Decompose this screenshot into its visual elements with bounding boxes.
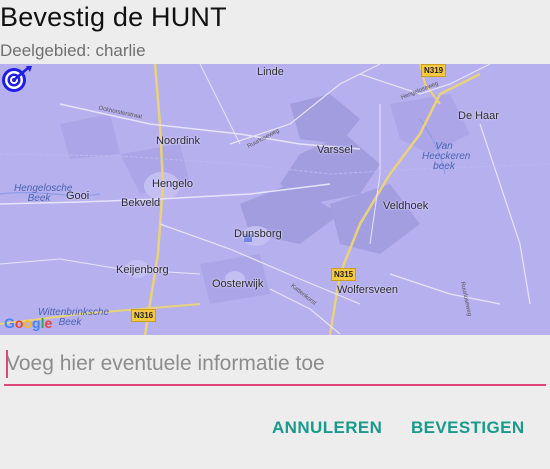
place-label: Keijenborg [116, 264, 169, 276]
place-label: Noordink [156, 135, 201, 147]
text-cursor [6, 350, 8, 378]
place-label: Hengelo [152, 178, 193, 190]
water-label: Hengelosche Beek [14, 183, 73, 204]
place-label: Bekveld [121, 197, 161, 209]
place-label: Dunsborg [234, 228, 282, 240]
place-label: Gooi [66, 190, 90, 202]
road-shield: N319 [421, 64, 447, 77]
road-shield: N315 [331, 268, 357, 281]
road-shield: N316 [131, 309, 157, 322]
confirm-button[interactable]: BEVESTIGEN [411, 418, 525, 438]
place-label: Varssel [317, 144, 353, 156]
google-logo[interactable]: Google [4, 315, 52, 331]
dialog-subtitle: Deelgebied: charlie [0, 41, 146, 60]
place-label: Wolfersveen [337, 284, 398, 296]
place-label: De Haar [458, 110, 499, 122]
map-view[interactable]: Linde De Haar Noordink Varssel Van Heeck… [0, 64, 550, 335]
place-label: Oosterwijk [212, 278, 264, 290]
cancel-button[interactable]: ANNULEREN [272, 418, 382, 438]
place-label: Veldhoek [383, 200, 429, 212]
info-field-container[interactable] [4, 346, 548, 386]
info-input[interactable] [4, 346, 548, 382]
target-icon[interactable] [0, 64, 34, 94]
water-label: Van Heeckeren beek [422, 141, 471, 172]
place-label: Linde [257, 66, 284, 78]
dialog-title: Bevestig de HUNT [0, 2, 227, 32]
